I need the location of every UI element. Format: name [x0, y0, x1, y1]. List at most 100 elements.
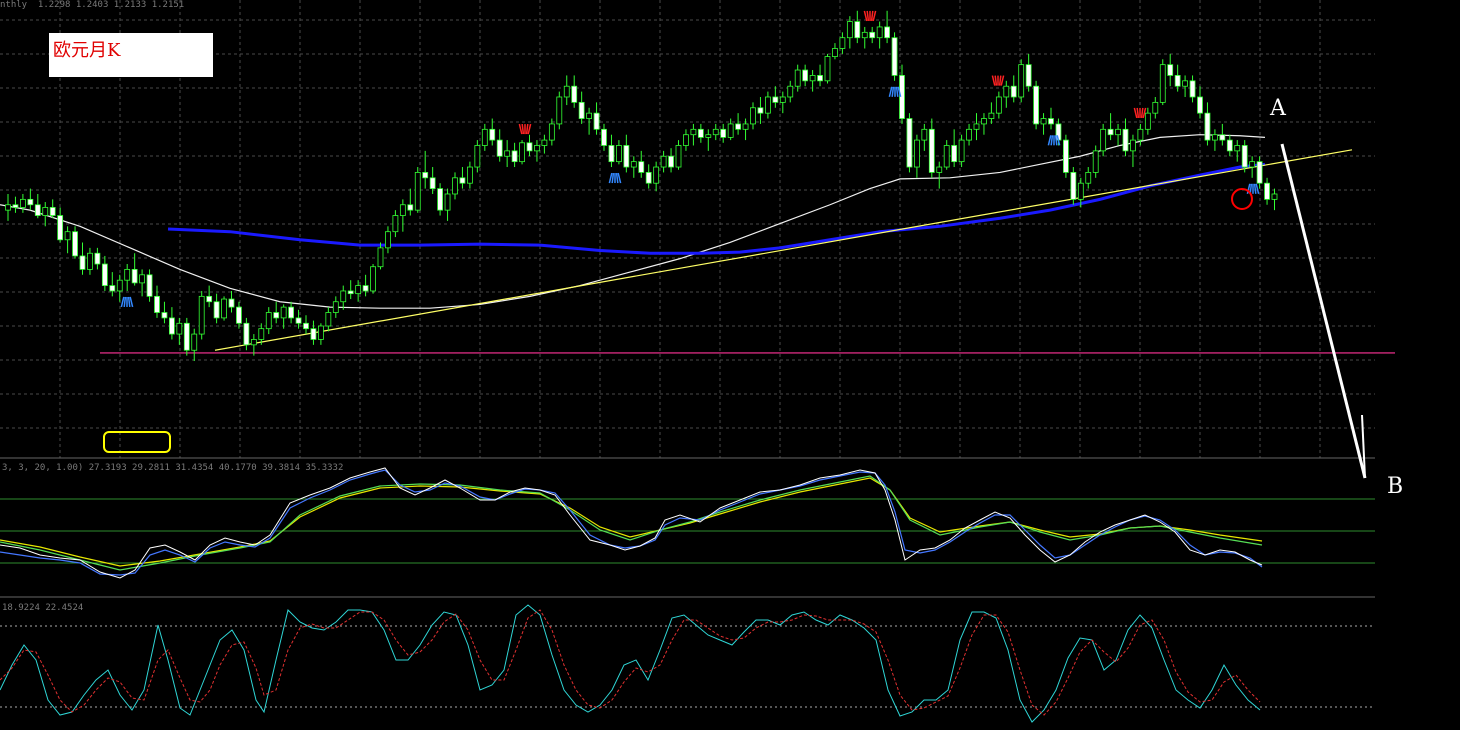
- candle-body: [1063, 139, 1069, 173]
- bottom-hand-icon: [1255, 183, 1260, 194]
- candle-body: [317, 325, 324, 340]
- candle-body: [295, 317, 302, 324]
- candle-body: [236, 306, 242, 324]
- candle-body: [280, 306, 287, 319]
- candle-body: [578, 101, 585, 119]
- candle-body: [34, 204, 41, 216]
- candle-body: [64, 231, 71, 241]
- candle-body: [265, 312, 272, 330]
- break-highlight: [1231, 188, 1253, 210]
- candle-body: [1167, 64, 1174, 76]
- bottom-hand-icon: [615, 172, 619, 184]
- candle-body: [1174, 75, 1181, 87]
- candle-body: [608, 145, 615, 163]
- sub-panels: [0, 467, 1375, 723]
- candle-body: [832, 48, 838, 57]
- candle-body: [705, 134, 712, 138]
- candle-body: [735, 123, 741, 130]
- candle-body: [668, 155, 674, 168]
- candle-body: [206, 295, 213, 303]
- candle-body: [1189, 80, 1196, 98]
- bottom-highlight: [103, 431, 171, 453]
- candle-body: [116, 279, 123, 292]
- candle-body: [511, 150, 518, 163]
- bottom-hand-icon: [1047, 135, 1052, 146]
- candle-body: [951, 145, 958, 163]
- candle-body: [1115, 128, 1121, 136]
- top-hand-icon: [870, 10, 874, 22]
- candle-body: [750, 107, 756, 125]
- candle-body: [1264, 182, 1270, 200]
- candle-body: [131, 269, 138, 284]
- candle-body: [548, 123, 555, 141]
- candle-body: [109, 285, 116, 292]
- candle-body: [429, 177, 436, 189]
- bottom-hand-icon: [120, 296, 125, 308]
- candle-body: [340, 290, 347, 303]
- candle-body: [824, 56, 831, 82]
- candle-body: [683, 134, 689, 146]
- top-hand-icon: [863, 10, 868, 22]
- candle-body: [675, 145, 682, 168]
- candle-body: [891, 37, 898, 76]
- candle-body: [638, 161, 645, 173]
- candle-body: [303, 322, 309, 330]
- bottom-hand-icon: [617, 172, 622, 184]
- candle-body: [1048, 118, 1054, 125]
- candle-body: [1033, 85, 1039, 125]
- bottom-hand-icon: [129, 296, 134, 308]
- candle-body: [1144, 112, 1151, 130]
- candle-body: [1182, 80, 1188, 87]
- candle-body: [198, 295, 205, 335]
- candle-body: [355, 285, 362, 295]
- candle-body: [1152, 101, 1159, 114]
- indicator-lines: [0, 134, 1395, 354]
- candle-body: [861, 31, 868, 39]
- candle-body: [720, 128, 727, 138]
- candle-body: [1130, 139, 1136, 152]
- candle-body: [139, 274, 146, 284]
- candle-body: [474, 145, 481, 168]
- projection-arrow: [1280, 143, 1367, 479]
- candle-body: [161, 312, 168, 319]
- top-hand-icon: [1133, 107, 1138, 119]
- candle-body: [288, 306, 295, 319]
- top-hand-icon: [1000, 75, 1005, 86]
- bottom-hand-icon: [891, 86, 895, 97]
- candle-body: [995, 96, 1002, 114]
- top-hand-icon: [872, 10, 877, 22]
- candle-body: [563, 85, 570, 98]
- osc-header: 18.9224 22.4524: [2, 603, 84, 613]
- candle-body: [1010, 85, 1017, 98]
- candle-body: [802, 69, 809, 82]
- trend-line: [214, 149, 1353, 351]
- candle-body: [846, 21, 853, 39]
- candle-body: [459, 177, 466, 184]
- candle-body: [757, 107, 764, 114]
- main-header: nthly 1.2298 1.2403 1.2133 1.2151: [0, 0, 185, 10]
- candle-body: [168, 317, 175, 335]
- stoch-header: 3, 3, 20, 1.00) 27.3193 29.2811 31.4354 …: [2, 463, 344, 473]
- candle-body: [437, 188, 444, 211]
- candle-body: [921, 128, 928, 141]
- candle-body: [623, 145, 630, 168]
- top-hand-icon: [527, 123, 532, 135]
- candle-body: [399, 204, 406, 216]
- candle-body: [452, 177, 458, 195]
- candle-body: [258, 328, 265, 340]
- bottom-hand-icon: [1050, 135, 1054, 146]
- title-box: 欧元月K: [49, 33, 213, 77]
- candle-body: [519, 142, 525, 163]
- candle-body: [1159, 64, 1166, 103]
- bottom-hand-icon: [608, 172, 613, 184]
- candle-body: [742, 123, 749, 130]
- candle-body: [124, 269, 131, 281]
- candle-body: [1271, 193, 1278, 200]
- candle-body: [1003, 85, 1010, 98]
- candle-body: [772, 96, 779, 103]
- candle-body: [243, 322, 250, 346]
- candle-body: [1025, 64, 1032, 87]
- top-hand-icon: [1136, 107, 1140, 119]
- candle-body: [1137, 128, 1144, 141]
- candle-body: [526, 142, 533, 152]
